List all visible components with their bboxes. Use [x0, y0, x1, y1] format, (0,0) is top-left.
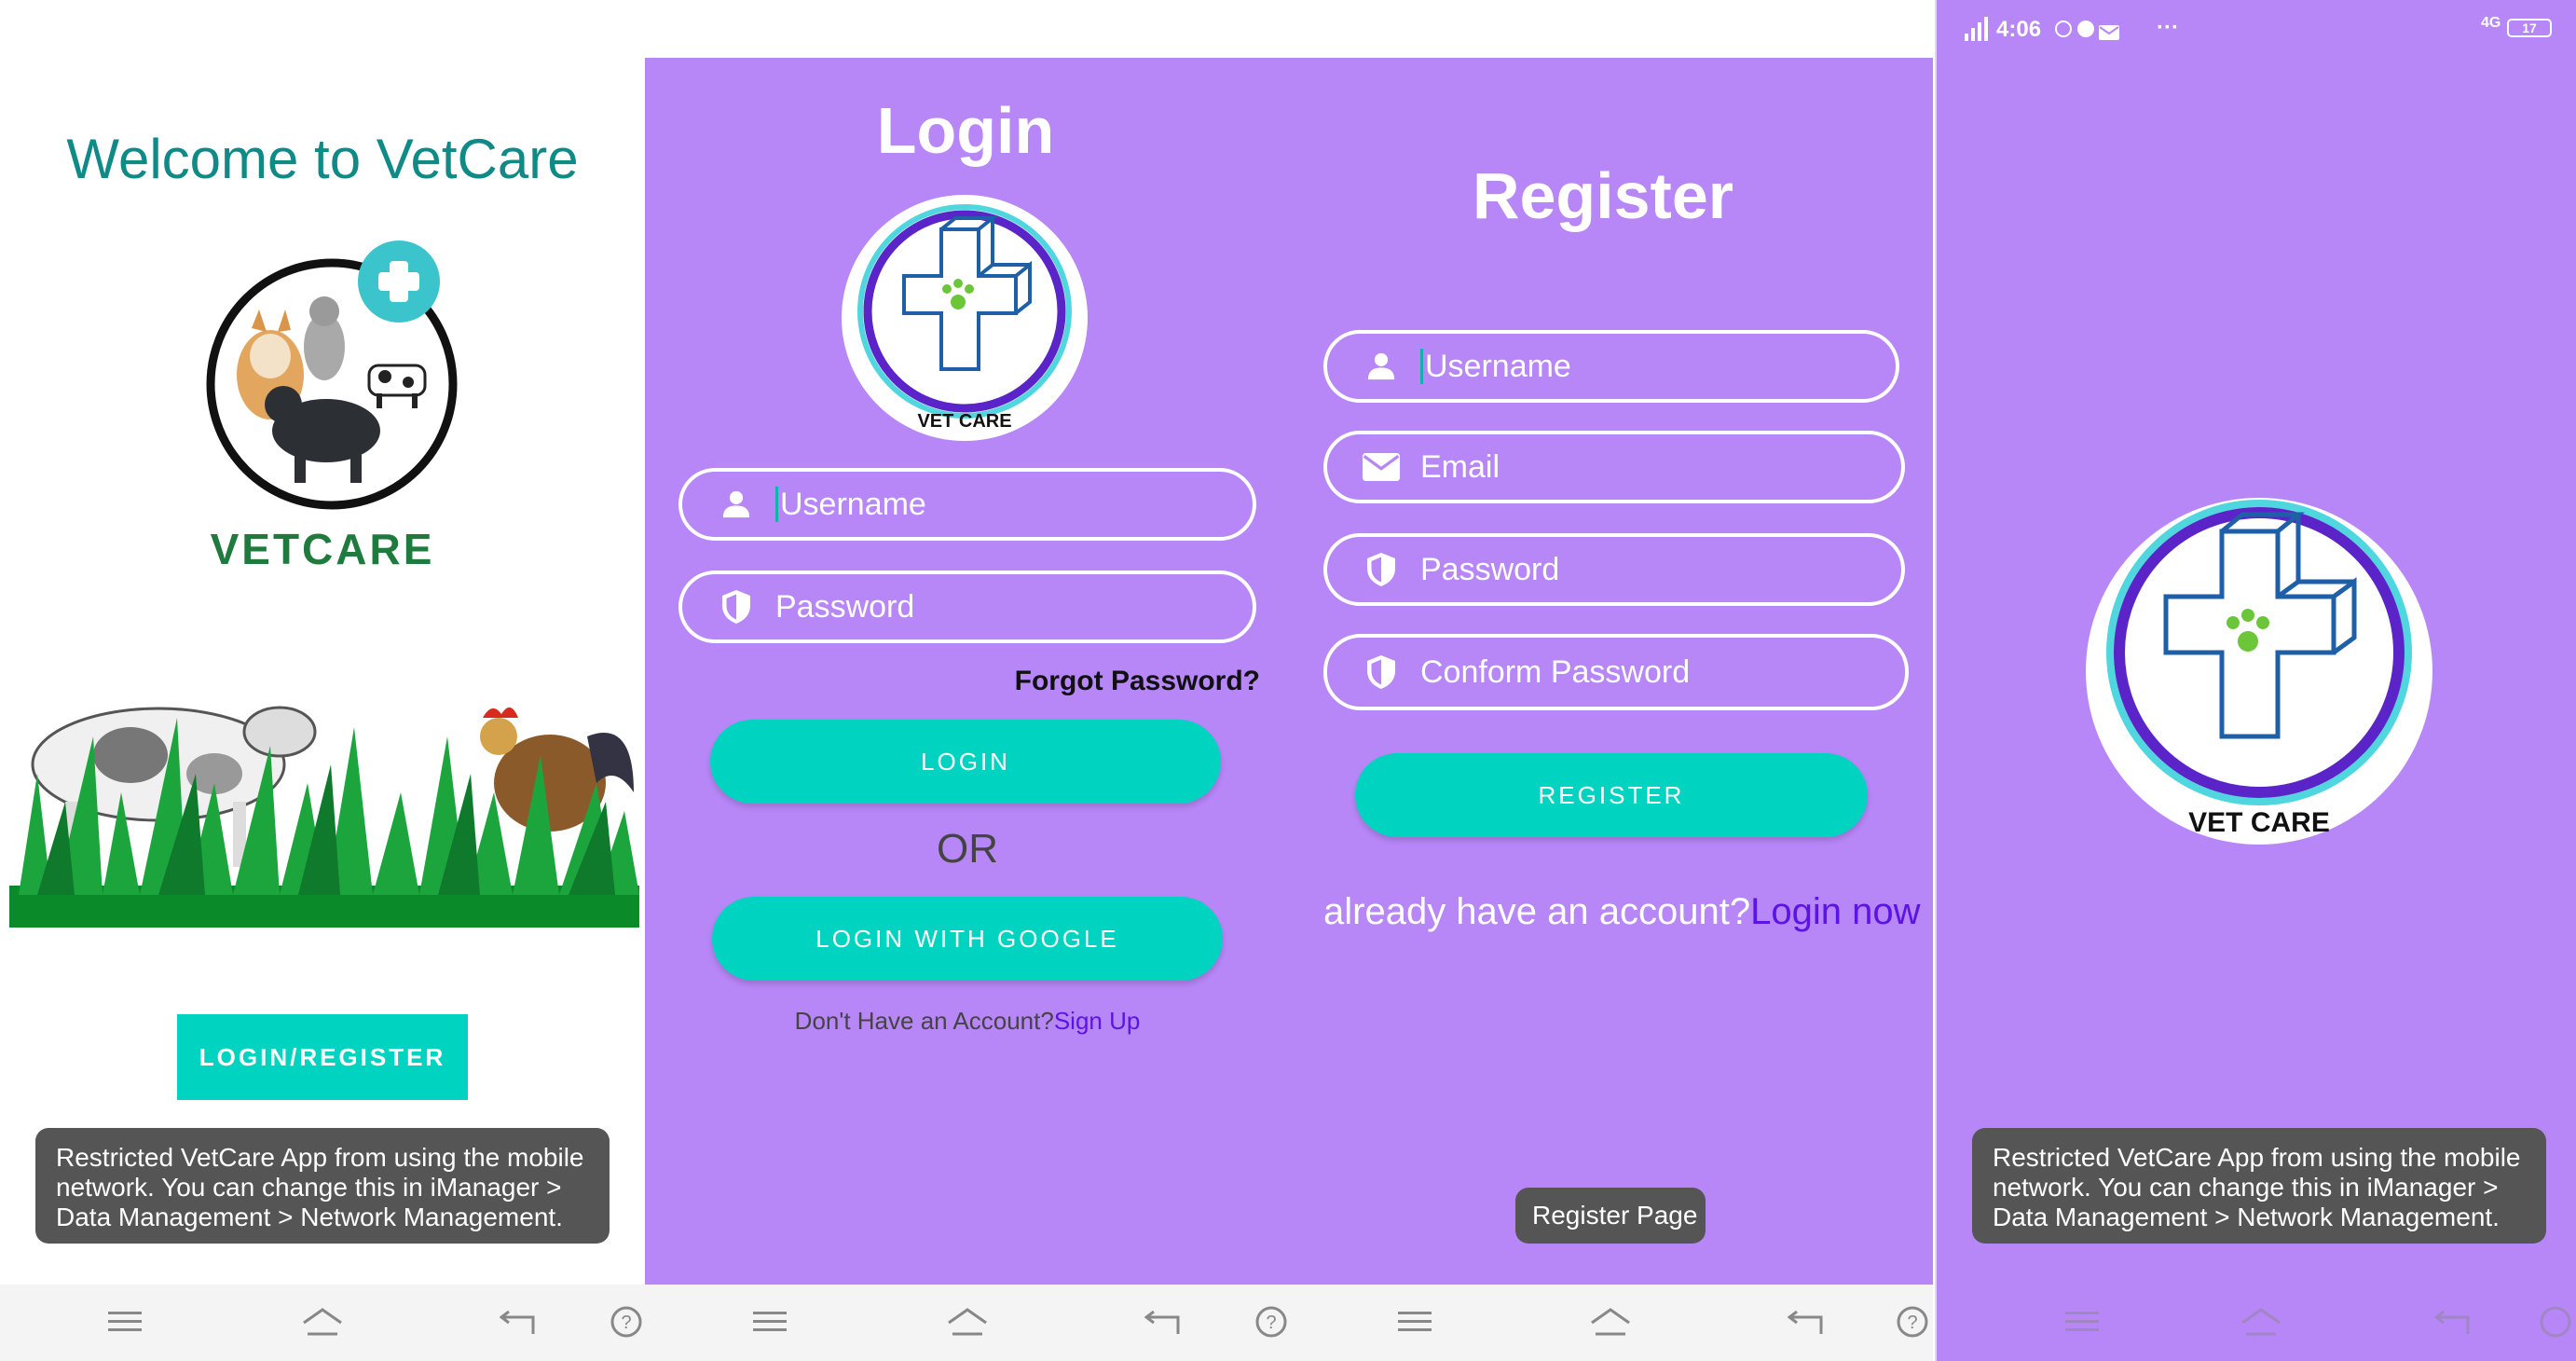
help-icon[interactable]: ?	[1892, 1301, 1933, 1342]
home-icon[interactable]	[302, 1301, 343, 1342]
menu-icon[interactable]	[1394, 1301, 1435, 1342]
home-icon[interactable]	[2240, 1301, 2281, 1342]
logo-wordmark: VETCARE	[210, 525, 435, 573]
forgot-password-link[interactable]: Forgot Password?	[988, 666, 1260, 697]
back-icon[interactable]	[2432, 1301, 2473, 1342]
shield-icon	[716, 586, 757, 627]
or-divider: OR	[937, 826, 998, 872]
back-icon[interactable]	[1786, 1301, 1827, 1342]
text-cursor	[775, 487, 778, 522]
welcome-title: Welcome to VetCare	[66, 128, 579, 190]
network-toast: Restricted VetCare App from using the mo…	[1972, 1128, 2546, 1244]
svg-text:?: ?	[1907, 1313, 1917, 1333]
register-title: Register	[1472, 159, 1734, 232]
register-button[interactable]: REGISTER	[1355, 753, 1868, 837]
signal-icon	[1963, 17, 1991, 48]
whatsapp-icon	[2054, 19, 2073, 45]
text-cursor	[1420, 349, 1423, 384]
farm-illustration	[9, 706, 639, 928]
register-email-field[interactable]	[1323, 431, 1905, 503]
register-username-field[interactable]	[1323, 330, 1899, 403]
register-password-input[interactable]	[1420, 551, 1901, 588]
register-password-field[interactable]	[1323, 533, 1905, 606]
home-icon[interactable]	[947, 1301, 988, 1342]
svg-text:?: ?	[1266, 1313, 1276, 1333]
login-button[interactable]: LOGIN	[710, 720, 1221, 804]
battery-icon: 17	[2507, 19, 2552, 37]
login-now-link[interactable]: Login now	[1750, 891, 1920, 932]
login-with-google-button[interactable]: LOGIN WITH GOOGLE	[712, 897, 1223, 981]
menu-icon[interactable]	[2062, 1301, 2103, 1342]
network-toast: Restricted VetCare App from using the mo…	[35, 1128, 610, 1244]
app-notification-icon	[2076, 19, 2095, 45]
already-account-text: already have an account?	[1323, 891, 1751, 932]
more-notifications-icon: ···	[2157, 15, 2179, 40]
user-icon	[1361, 346, 1402, 387]
logo-caption: VET CARE	[917, 411, 1011, 432]
mail-icon	[1361, 447, 1402, 488]
signup-prompt: Don't Have an Account?Sign Up	[710, 1007, 1225, 1036]
login-password-field[interactable]	[678, 571, 1256, 643]
help-icon[interactable]	[2535, 1301, 2576, 1342]
user-icon	[716, 484, 757, 525]
svg-text:?: ?	[621, 1313, 631, 1333]
vetcare-logo-splash: VET CARE	[2086, 498, 2432, 845]
register-confirm-password-field[interactable]	[1323, 634, 1909, 710]
help-icon[interactable]: ?	[606, 1301, 647, 1342]
no-account-text: Don't Have an Account?	[794, 1007, 1054, 1035]
vetcare-logo-login: VET CARE	[842, 195, 1088, 441]
sign-up-link[interactable]: Sign Up	[1054, 1007, 1141, 1035]
shield-icon	[1361, 652, 1402, 693]
register-email-input[interactable]	[1420, 448, 1901, 486]
network-type: 4G	[2481, 15, 2501, 31]
menu-icon[interactable]	[749, 1301, 790, 1342]
login-title: Login	[876, 94, 1055, 167]
register-page-toast: Register Page	[1515, 1188, 1706, 1244]
login-password-input[interactable]	[775, 588, 1253, 626]
login-username-field[interactable]	[678, 468, 1256, 541]
back-icon[interactable]	[498, 1301, 539, 1342]
register-confirm-password-input[interactable]	[1420, 653, 1905, 691]
welcome-screen: Welcome to VetCare VETCARE LOGIN/REGISTE…	[0, 0, 645, 1361]
home-icon[interactable]	[1590, 1301, 1631, 1342]
help-icon[interactable]: ?	[1251, 1301, 1292, 1342]
register-username-input[interactable]	[1425, 348, 1896, 385]
back-icon[interactable]	[1143, 1301, 1184, 1342]
status-time: 4:06	[1996, 17, 2042, 42]
status-bar: 4:06 ··· 4G 17	[1963, 15, 2559, 47]
login-prompt: already have an account?Login now	[1323, 891, 1920, 933]
login-register-button[interactable]: LOGIN/REGISTER	[177, 1014, 468, 1100]
vetcare-logo	[206, 241, 458, 510]
splash-screen: 4:06 ··· 4G 17 VET CARE Restricted VetCa	[1935, 0, 2576, 1361]
menu-icon[interactable]	[104, 1301, 145, 1342]
shield-icon	[1361, 549, 1402, 590]
mail-icon	[2099, 21, 2119, 47]
logo-caption: VET CARE	[2188, 807, 2330, 838]
login-username-input[interactable]	[780, 486, 1253, 523]
